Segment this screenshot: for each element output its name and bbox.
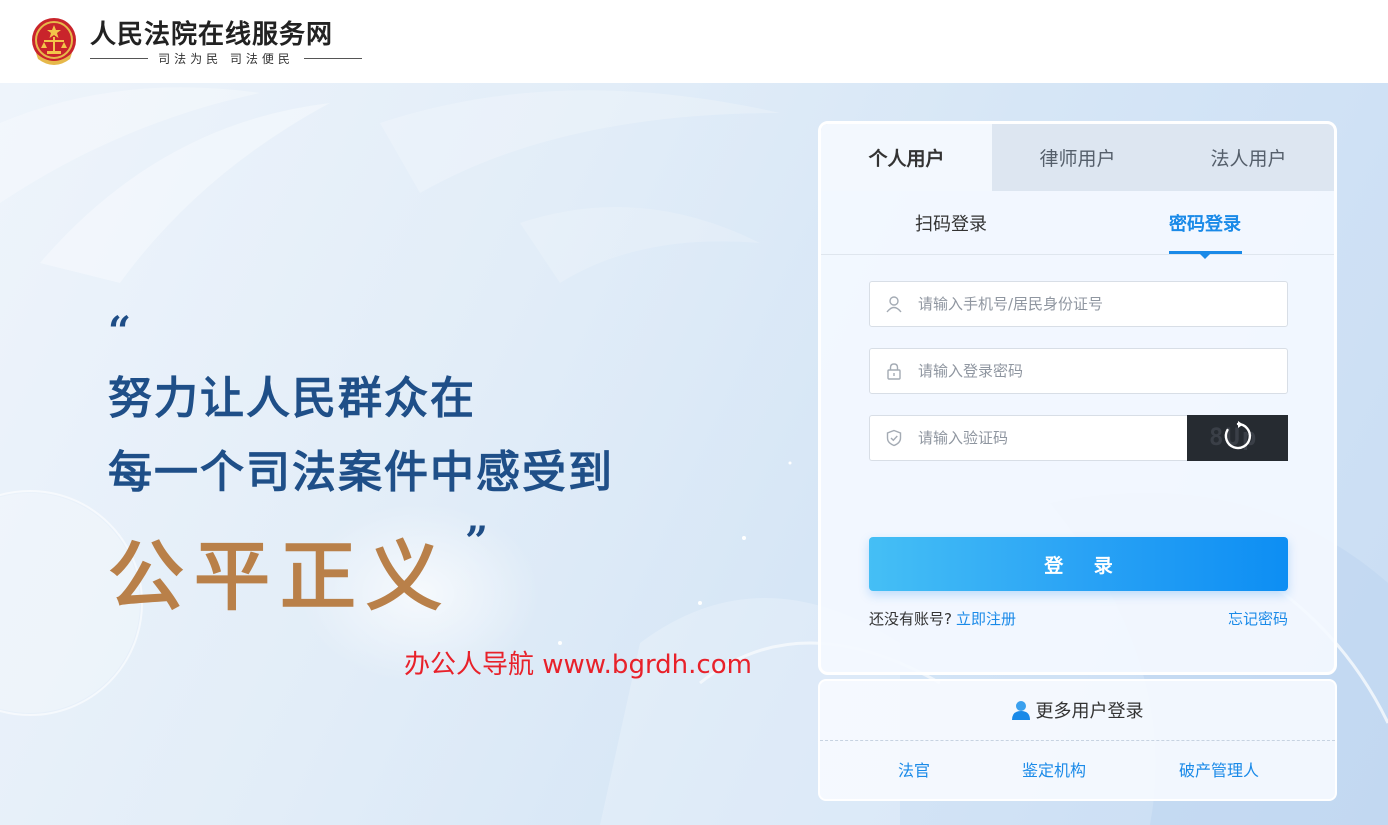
tab-legal-person-user[interactable]: 法人用户	[1163, 124, 1334, 191]
captcha-field[interactable]	[869, 415, 1187, 461]
tab-qr-login[interactable]: 扫码登录	[915, 191, 987, 254]
password-field[interactable]	[869, 348, 1288, 394]
more-users-divider	[820, 740, 1335, 741]
tab-password-login[interactable]: 密码登录	[1169, 191, 1241, 254]
slogan-line-2: 每一个司法案件中感受到	[108, 447, 614, 498]
person-icon	[1011, 700, 1030, 720]
appraisal-agency-login-link[interactable]: 鉴定机构	[1022, 757, 1086, 781]
refresh-icon[interactable]	[1223, 421, 1253, 455]
slogan-line-1: 努力让人民群众在	[108, 373, 476, 424]
user-type-tabs: 个人用户 律师用户 法人用户	[821, 124, 1334, 191]
slogan-line-3: 公平正义	[108, 532, 452, 621]
more-users-panel: 更多用户登录 法官 鉴定机构 破产管理人	[818, 679, 1337, 801]
watermark-text: 办公人导航 www.bgrdh.com	[404, 650, 752, 680]
no-account-text: 还没有账号?	[869, 610, 952, 628]
more-users-header[interactable]: 更多用户登录	[820, 681, 1335, 739]
account-input[interactable]	[918, 284, 1248, 324]
account-field[interactable]	[869, 281, 1288, 327]
tab-personal-user[interactable]: 个人用户	[821, 124, 992, 191]
site-title: 人民法院在线服务网	[90, 20, 334, 50]
slogan-left-rule	[90, 57, 149, 59]
forgot-password-link[interactable]: 忘记密码	[1228, 608, 1288, 629]
court-emblem-icon[interactable]	[30, 13, 78, 69]
site-header: 人民法院在线服务网 司法为民 司法便民	[0, 0, 1388, 83]
slogan-right-rule	[303, 57, 363, 59]
quote-close-mark: ”	[465, 518, 489, 565]
login-panel: 个人用户 律师用户 法人用户 扫码登录 密码登录 8Up 登 录 还没有账号?	[818, 121, 1337, 675]
user-icon	[870, 282, 918, 326]
quote-open-mark: “	[108, 308, 132, 355]
login-mode-tabs: 扫码登录 密码登录	[821, 191, 1334, 259]
site-slogan: 司法为民 司法便民	[90, 50, 363, 66]
bankruptcy-administrator-login-link[interactable]: 破产管理人	[1179, 757, 1259, 781]
tab-lawyer-user[interactable]: 律师用户	[992, 124, 1163, 191]
active-tab-caret	[1200, 254, 1210, 259]
register-row: 还没有账号? 立即注册	[869, 608, 1016, 629]
captcha-input[interactable]	[918, 418, 1168, 458]
slogan-text: 司法为民 司法便民	[158, 51, 294, 66]
lock-icon	[870, 349, 918, 393]
judge-login-link[interactable]: 法官	[898, 757, 930, 781]
captcha-image[interactable]: 8Up	[1187, 415, 1288, 461]
login-button[interactable]: 登 录	[869, 537, 1288, 591]
more-users-title: 更多用户登录	[1035, 701, 1144, 722]
login-button-label: 登 录	[1044, 554, 1125, 577]
password-input[interactable]	[918, 351, 1248, 391]
register-link[interactable]: 立即注册	[956, 610, 1016, 628]
shield-check-icon	[870, 416, 918, 460]
